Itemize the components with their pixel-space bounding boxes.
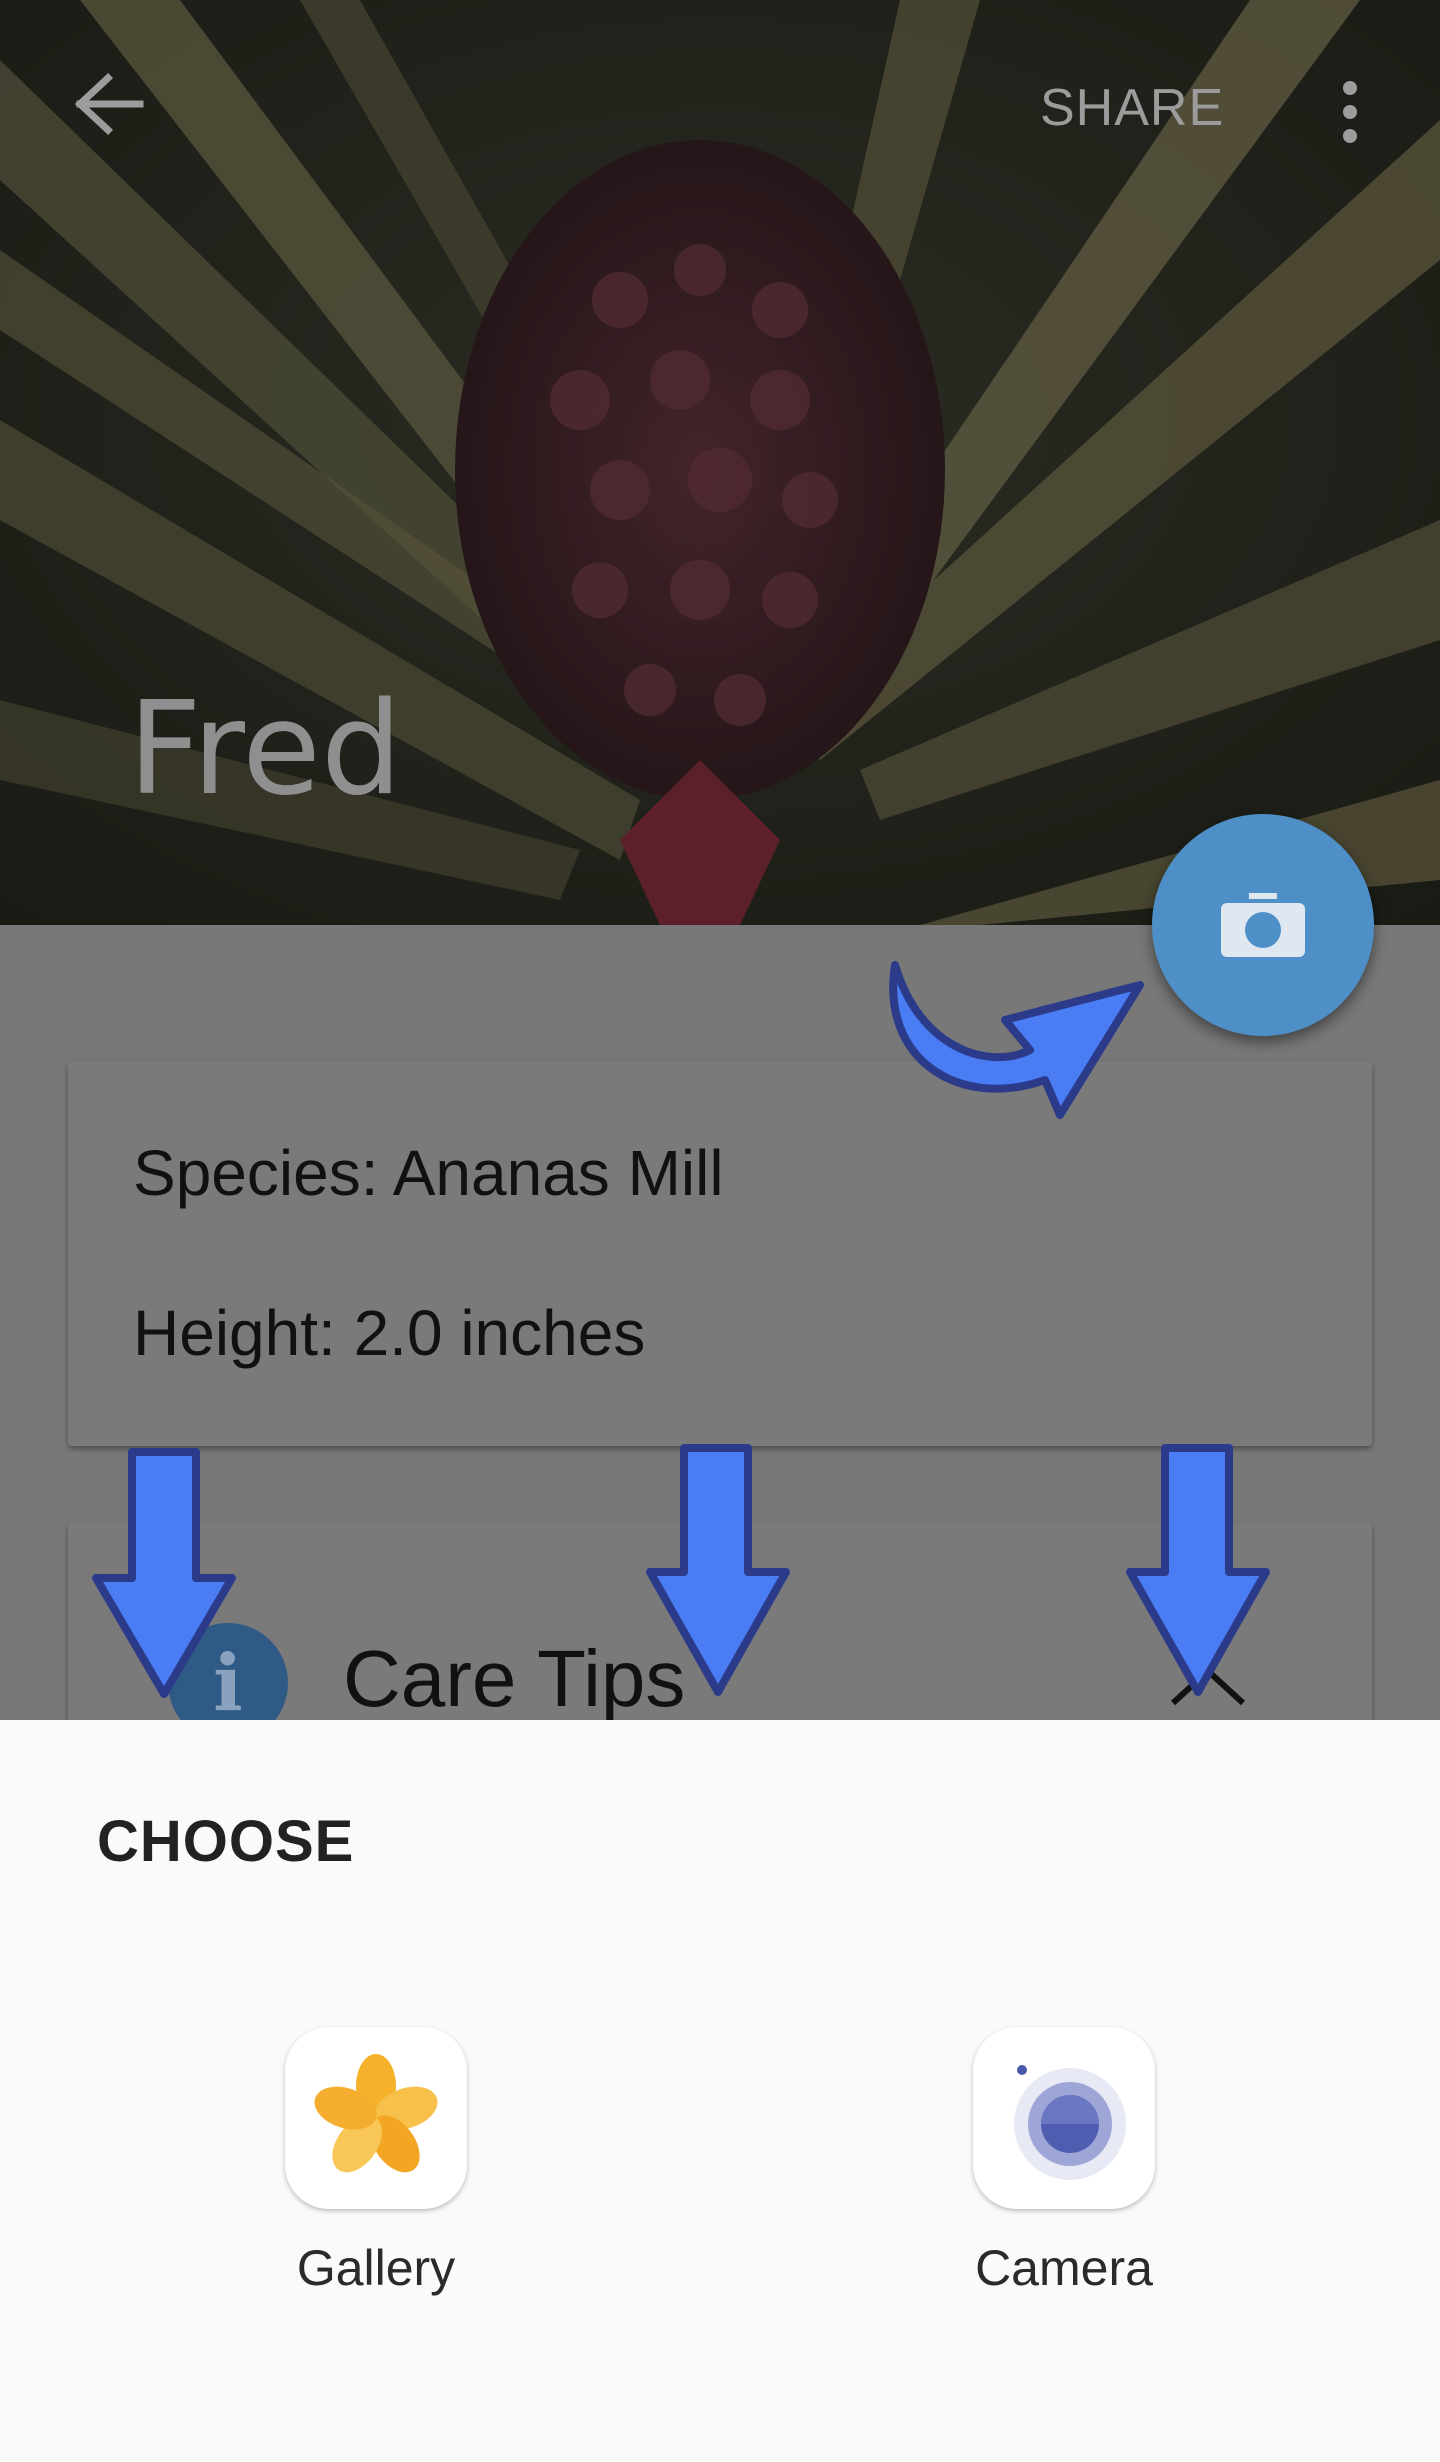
add-photo-fab[interactable] [1152,814,1374,1036]
gallery-flower-icon [285,2027,467,2209]
chevron-up-icon[interactable] [1163,1653,1253,1713]
sheet-title: CHOOSE [97,1809,355,1874]
plant-name-title: Fred [128,675,403,824]
camera-option[interactable]: Camera [927,2027,1207,2327]
plant-header-image: SHARE Fred [0,0,1440,925]
choose-source-bottom-sheet: CHOOSE Gallery Camera [0,1720,1440,2462]
gallery-option[interactable]: Gallery [239,2027,519,2327]
app-toolbar: SHARE [0,0,1440,225]
camera-icon [1221,893,1305,957]
back-button[interactable] [72,72,152,152]
share-button[interactable]: SHARE [1040,78,1224,148]
gallery-label: Gallery [296,2240,456,2296]
height-text: Height: 2.0 inches [133,1297,646,1369]
arrow-back-icon [74,73,144,135]
camera-lens-icon [973,2027,1155,2209]
species-text: Species: Ananas Mill [133,1137,724,1209]
more-vert-icon[interactable] [1320,72,1380,152]
plant-info-card: Species: Ananas Mill Height: 2.0 inches [68,1061,1372,1446]
care-tips-title: Care Tips [343,1634,686,1723]
camera-label: Camera [975,2240,1153,2296]
plant-details-content: Species: Ananas Mill Height: 2.0 inches … [0,925,1440,1783]
